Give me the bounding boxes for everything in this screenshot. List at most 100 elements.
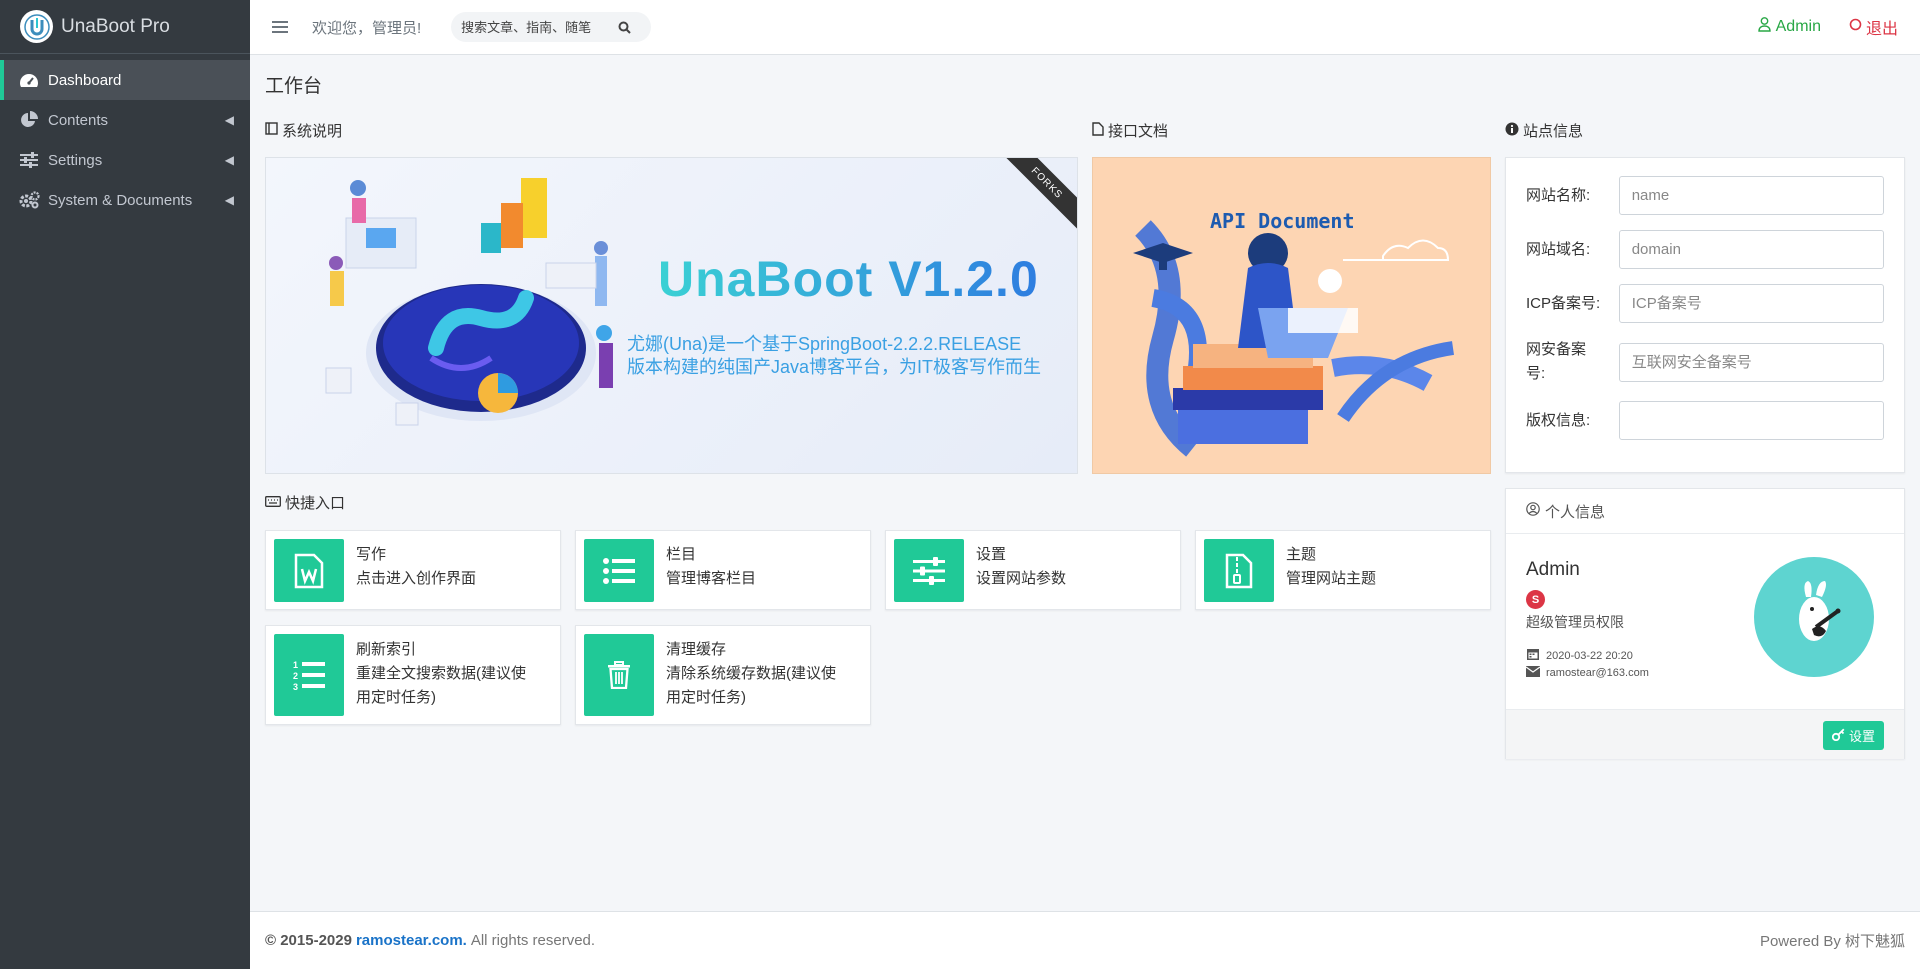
sidebar: UnaBoot Pro Dashboard Contents ◀ Setting… xyxy=(0,0,250,969)
hamburger-menu-icon[interactable] xyxy=(272,21,288,33)
svg-text:1: 1 xyxy=(293,660,298,670)
quick-desc: 清除系统缓存数据(建议使用定时任务) xyxy=(666,665,836,706)
profile-date-text: 2020-03-22 20:20 xyxy=(1546,649,1633,662)
page-footer: © 2015-2029 ramostear.com. All rights re… xyxy=(250,911,1920,969)
profile-role: 超级管理员权限 xyxy=(1526,614,1624,630)
page-title: 工作台 xyxy=(265,76,323,97)
quick-rebuild-index-card[interactable]: 123 刷新索引 重建全文搜索数据(建议使用定时任务) xyxy=(265,625,561,725)
profile-heading: 个人信息 xyxy=(1545,503,1606,521)
forks-ribbon[interactable]: FORKS xyxy=(996,158,1077,234)
icp-label: ICP备案号: xyxy=(1526,294,1601,312)
quick-title: 清理缓存 xyxy=(666,641,727,658)
sliders-icon xyxy=(894,539,964,602)
chevron-left-icon: ◀ xyxy=(224,193,234,207)
brand-logo-icon xyxy=(20,10,53,43)
sidebar-nav: Dashboard Contents ◀ Settings ◀ System &… xyxy=(0,54,250,220)
section-label: 站点信息 xyxy=(1523,123,1584,140)
quick-section-title: 快捷入口 xyxy=(265,492,345,513)
list-icon xyxy=(584,539,654,602)
profile-settings-button[interactable]: 设置 xyxy=(1822,721,1884,750)
file-zip-icon xyxy=(1204,539,1274,602)
keyboard-icon xyxy=(265,494,281,511)
logout-link[interactable]: 退出 xyxy=(1849,15,1898,39)
site-name-label: 网站名称: xyxy=(1526,186,1591,204)
quick-theme-card[interactable]: 主题 管理网站主题 xyxy=(1195,530,1491,610)
svg-text:2: 2 xyxy=(293,671,298,681)
calendar-icon xyxy=(1526,647,1540,664)
icp-row: ICP备案号: xyxy=(1526,284,1884,323)
header-right: Admin 退出 xyxy=(1757,15,1898,39)
svg-text:3: 3 xyxy=(293,682,298,691)
site-info-card: 网站名称: 网站域名: ICP备案号: 网安备案号: 版权信息: xyxy=(1505,157,1905,473)
footer-rights: All rights reserved. xyxy=(470,932,596,949)
sidebar-item-dashboard[interactable]: Dashboard xyxy=(0,60,250,100)
security-record-row: 网安备案号: xyxy=(1526,338,1884,386)
api-document-card[interactable]: API Document xyxy=(1092,157,1491,474)
list-ol-icon: 123 xyxy=(274,634,344,716)
quick-desc: 管理博客栏目 xyxy=(666,570,757,587)
book-icon xyxy=(265,122,278,139)
quick-desc: 管理网站主题 xyxy=(1286,570,1377,587)
brand[interactable]: UnaBoot Pro xyxy=(0,0,250,54)
quick-columns-card[interactable]: 栏目 管理博客栏目 xyxy=(575,530,871,610)
tachometer-icon xyxy=(18,72,40,88)
profile-card-footer: 设置 xyxy=(1506,709,1904,759)
security-record-input[interactable] xyxy=(1618,342,1884,382)
sidebar-item-contents[interactable]: Contents ◀ xyxy=(0,100,250,140)
profile-date: 2020-03-22 20:20 xyxy=(1526,647,1633,664)
site-domain-row: 网站域名: xyxy=(1526,230,1884,269)
quick-title: 主题 xyxy=(1286,546,1317,563)
file-icon xyxy=(1092,121,1104,140)
profile-email-text: ramostear@163.com xyxy=(1546,667,1649,679)
api-document-title: API Document xyxy=(1210,209,1355,233)
site-domain-input[interactable] xyxy=(1618,230,1884,269)
sidebar-item-label: System & Documents xyxy=(48,191,193,209)
profile-email: ramostear@163.com xyxy=(1525,666,1649,680)
chevron-left-icon: ◀ xyxy=(224,153,234,167)
system-banner[interactable]: UnaBoot V1.2.0 尤娜(Una)是一个基于SpringBoot-2.… xyxy=(265,157,1078,474)
search-icon[interactable] xyxy=(611,21,637,34)
icp-input[interactable] xyxy=(1618,284,1884,323)
key-icon xyxy=(1831,728,1845,744)
sidebar-item-settings[interactable]: Settings ◀ xyxy=(0,140,250,180)
sidebar-item-label: Contents xyxy=(48,111,109,129)
logout-label: 退出 xyxy=(1865,21,1898,38)
section-label: 快捷入口 xyxy=(285,495,346,512)
copyright-input[interactable] xyxy=(1618,401,1884,440)
api-illustration xyxy=(1133,220,1455,457)
api-section-title: 接口文档 xyxy=(1092,120,1168,141)
quick-clear-cache-card[interactable]: 清理缓存清除系统缓存数据(建议使用定时任务) xyxy=(575,625,871,725)
quick-settings-card[interactable]: 设置 设置网站参数 xyxy=(885,530,1181,610)
cogs-icon xyxy=(18,191,40,209)
ribbon-label: FORKS xyxy=(1029,165,1065,201)
sidebar-item-label: Settings xyxy=(48,151,103,169)
super-admin-badge: S xyxy=(1526,590,1545,609)
search-input[interactable] xyxy=(461,19,612,35)
banner-title: UnaBoot V1.2.0 xyxy=(658,251,1039,307)
top-navbar: 欢迎您，管理员! Admin 退出 xyxy=(250,0,1920,55)
profile-card-header: 个人信息 xyxy=(1506,489,1904,534)
system-section-title: 系统说明 xyxy=(265,120,342,141)
power-icon xyxy=(1849,18,1862,36)
quick-desc: 点击进入创作界面 xyxy=(356,570,477,587)
site-name-input[interactable] xyxy=(1618,176,1884,215)
footer-site-link[interactable]: ramostear.com. xyxy=(356,932,467,949)
chevron-left-icon: ◀ xyxy=(224,113,234,127)
avatar[interactable] xyxy=(1754,557,1874,677)
quick-write-card[interactable]: 写作 点击进入创作界面 xyxy=(265,530,561,610)
admin-label: Admin xyxy=(1775,18,1821,35)
sidebar-item-system-documents[interactable]: System & Documents ◀ xyxy=(0,180,250,220)
admin-link[interactable]: Admin xyxy=(1757,17,1821,37)
quick-title: 栏目 xyxy=(666,546,697,563)
banner-illustration xyxy=(325,178,613,426)
welcome-text: 欢迎您，管理员! xyxy=(312,19,422,37)
user-icon xyxy=(1757,17,1771,37)
section-label: 接口文档 xyxy=(1108,123,1169,140)
info-circle-icon xyxy=(1505,122,1519,140)
site-domain-label: 网站域名: xyxy=(1526,240,1591,258)
copyright-row: 版权信息: xyxy=(1526,401,1884,440)
profile-card: 个人信息 Admin S 超级管理员权限 2020-03-22 20:20 ra… xyxy=(1505,488,1905,759)
search-box xyxy=(451,12,652,42)
file-word-icon xyxy=(274,539,344,602)
quick-title: 设置 xyxy=(976,546,1007,563)
